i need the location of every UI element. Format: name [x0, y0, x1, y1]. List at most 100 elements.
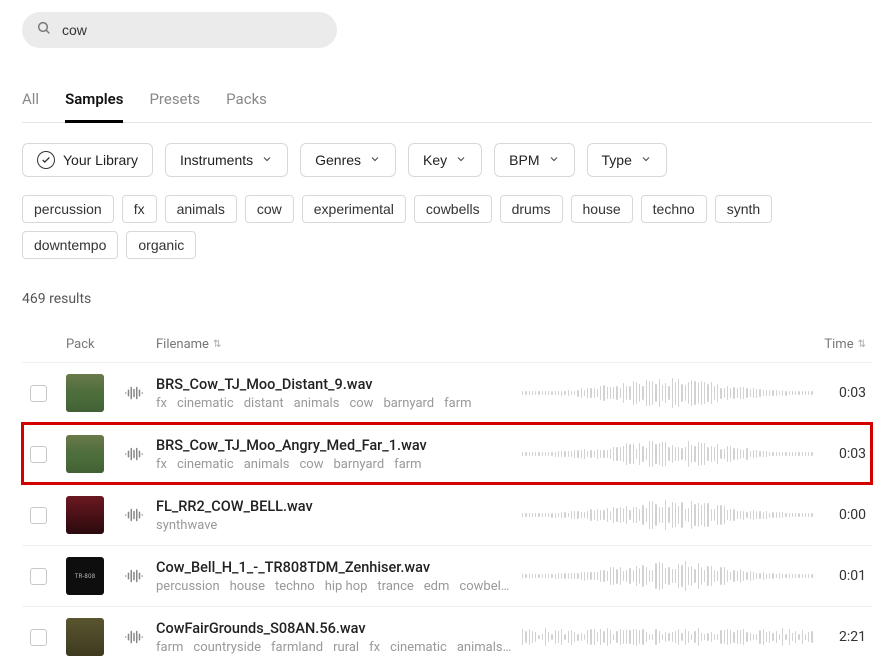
play-button[interactable]	[114, 504, 154, 526]
filter-type[interactable]: Type	[587, 143, 667, 177]
tab-all[interactable]: All	[22, 90, 39, 122]
pack-thumbnail[interactable]	[66, 374, 104, 412]
filter-genres[interactable]: Genres	[300, 143, 396, 177]
pack-thumbnail[interactable]	[66, 435, 104, 473]
row-checkbox[interactable]	[30, 385, 47, 402]
tab-samples[interactable]: Samples	[65, 90, 123, 123]
tag-fx[interactable]: fx	[122, 195, 157, 223]
waveform[interactable]	[522, 558, 812, 594]
tab-presets[interactable]: Presets	[149, 90, 200, 122]
file-tag[interactable]: distant	[244, 396, 284, 411]
file-tag[interactable]: countryside	[193, 640, 261, 655]
column-time-sort[interactable]: Time ⇅	[812, 337, 866, 352]
tag-house[interactable]: house	[571, 195, 633, 223]
row-checkbox[interactable]	[30, 629, 47, 646]
row-checkbox[interactable]	[30, 446, 47, 463]
chevron-down-icon	[548, 152, 560, 168]
file-tags: fx cinematic distant animals cow barnyard farm	[156, 396, 512, 411]
row-checkbox[interactable]	[30, 507, 47, 524]
file-tag[interactable]: barnyard	[333, 457, 384, 472]
tab-packs[interactable]: Packs	[226, 90, 267, 122]
duration: 2:21	[839, 629, 866, 645]
pack-thumbnail[interactable]	[66, 496, 104, 534]
file-tag[interactable]: animals	[294, 396, 340, 411]
chevron-down-icon	[261, 152, 273, 168]
file-tag[interactable]: rural	[333, 640, 359, 655]
search-icon	[36, 20, 52, 40]
tag-drums[interactable]: drums	[500, 195, 563, 223]
column-pack: Pack	[66, 337, 156, 352]
file-tag[interactable]: synthwave	[156, 518, 217, 533]
filter-your-library[interactable]: Your Library	[22, 143, 153, 177]
tag-techno[interactable]: techno	[641, 195, 707, 223]
file-tag[interactable]: fx	[156, 457, 167, 472]
table-row[interactable]: CowFairGrounds_S08AN.56.wavfarm countrysi…	[22, 606, 872, 667]
play-button[interactable]	[114, 626, 154, 648]
file-tag[interactable]: animals	[457, 640, 503, 655]
table-row[interactable]: TR-808 Cow_Bell_H_1_-_TR808TDM_Zenhiser.w…	[22, 545, 872, 606]
play-button[interactable]	[114, 443, 154, 465]
search-input[interactable]	[62, 22, 323, 38]
file-tag[interactable]: cow	[299, 457, 323, 472]
file-tag[interactable]: barnyard	[383, 396, 434, 411]
tag-animals[interactable]: animals	[165, 195, 237, 223]
filter-key[interactable]: Key	[408, 143, 482, 177]
tag-percussion[interactable]: percussion	[22, 195, 114, 223]
duration: 0:03	[839, 446, 866, 462]
play-button[interactable]	[114, 565, 154, 587]
file-tag[interactable]: hip hop	[325, 579, 368, 594]
chevron-down-icon	[455, 152, 467, 168]
file-tag[interactable]: percussion	[156, 579, 220, 594]
duration: 0:03	[839, 385, 866, 401]
file-name: Cow_Bell_H_1_-_TR808TDM_Zenhiser.wav	[156, 559, 512, 576]
tag-cow[interactable]: cow	[245, 195, 294, 223]
waveform[interactable]	[522, 375, 812, 411]
pack-thumbnail[interactable]	[66, 618, 104, 656]
file-tag[interactable]: fx	[369, 640, 380, 655]
table-row[interactable]: BRS_Cow_TJ_Moo_Distant_9.wavfxcinematicd…	[22, 362, 872, 423]
table-row[interactable]: BRS_Cow_TJ_Moo_Angry_Med_Far_1.wavfxcine…	[22, 423, 872, 484]
play-button[interactable]	[114, 382, 154, 404]
filter-instruments[interactable]: Instruments	[165, 143, 288, 177]
filter-label: Genres	[315, 152, 361, 168]
file-tag[interactable]: cinematic	[390, 640, 447, 655]
filter-label: Instruments	[180, 152, 253, 168]
file-tag[interactable]: cow	[349, 396, 373, 411]
file-tag[interactable]: cinematic	[177, 396, 234, 411]
chevron-down-icon	[369, 152, 381, 168]
waveform[interactable]	[522, 436, 812, 472]
tag-experimental[interactable]: experimental	[302, 195, 406, 223]
file-tag[interactable]: farm	[156, 640, 183, 655]
file-tag[interactable]: house	[230, 579, 265, 594]
pack-thumbnail[interactable]: TR-808	[66, 557, 104, 595]
file-tag[interactable]: cowbells	[459, 579, 510, 594]
file-tag[interactable]: farm	[444, 396, 471, 411]
waveform[interactable]	[522, 619, 812, 655]
row-checkbox[interactable]	[30, 568, 47, 585]
tag-cowbells[interactable]: cowbells	[414, 195, 492, 223]
tag-synth[interactable]: synth	[715, 195, 772, 223]
chevron-down-icon	[640, 152, 652, 168]
filter-bpm[interactable]: BPM	[494, 143, 574, 177]
file-tag[interactable]: farmland	[271, 640, 323, 655]
search-bar[interactable]	[22, 12, 337, 48]
column-time-label: Time	[824, 337, 853, 352]
pack-thumb-label: TR-808	[75, 573, 96, 580]
table-row[interactable]: FL_RR2_COW_BELL.wavsynthwave0:00	[22, 484, 872, 545]
table-header: Pack Filename ⇅ Time ⇅	[22, 337, 872, 362]
column-filename-sort[interactable]: Filename ⇅	[156, 337, 221, 352]
filter-label: BPM	[509, 152, 539, 168]
file-tag[interactable]: edm	[424, 579, 450, 594]
file-tag[interactable]: cinematic	[177, 457, 234, 472]
file-tag[interactable]: animals	[244, 457, 290, 472]
file-tag[interactable]: farm	[394, 457, 421, 472]
waveform[interactable]	[522, 497, 812, 533]
file-tags: percussion house techno hip hop trance edmcow…	[156, 579, 512, 594]
file-name: CowFairGrounds_S08AN.56.wav	[156, 620, 512, 637]
duration: 0:01	[839, 568, 866, 584]
tag-downtempo[interactable]: downtempo	[22, 231, 118, 259]
file-tag[interactable]: techno	[275, 579, 315, 594]
file-tag[interactable]: fx	[156, 396, 167, 411]
tag-organic[interactable]: organic	[126, 231, 196, 259]
file-tag[interactable]: trance	[377, 579, 413, 594]
